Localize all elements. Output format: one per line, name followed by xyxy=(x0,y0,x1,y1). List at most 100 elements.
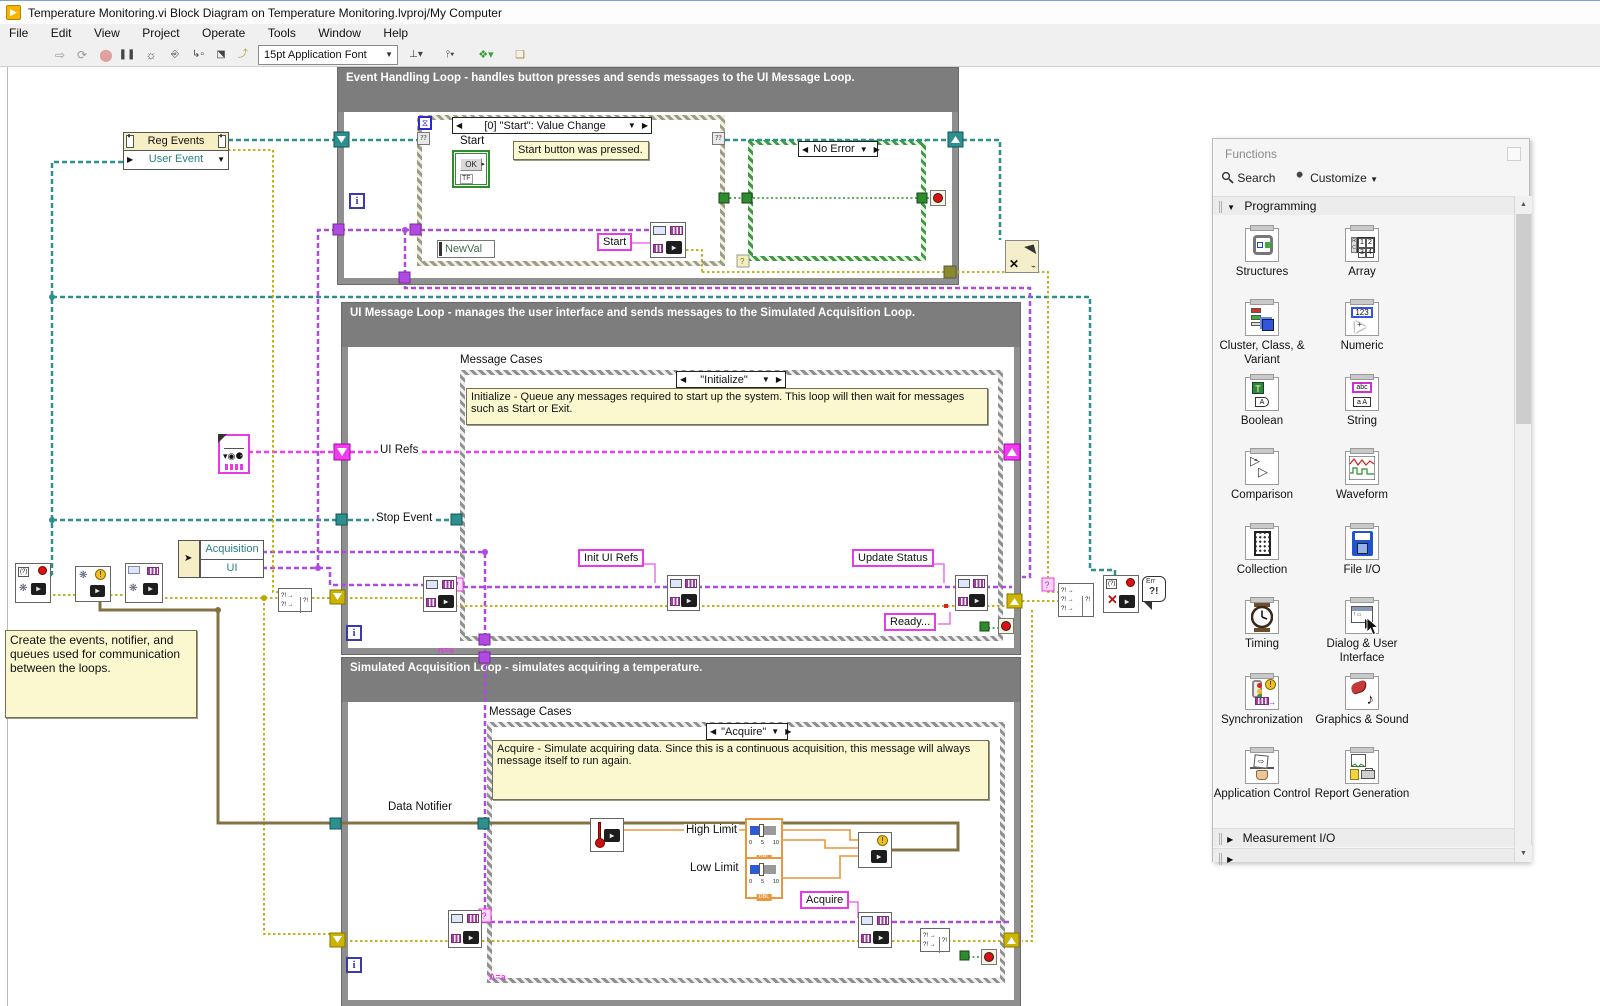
unregister-for-events-node[interactable]: ◥ ✕ ⌁ xyxy=(1005,240,1039,273)
selector-dropdown-icon[interactable]: ▼ xyxy=(625,121,639,130)
palette-scrollbar[interactable]: ▲ ▼ xyxy=(1514,196,1531,862)
init-ui-refs-constant[interactable]: Init UI Refs xyxy=(578,549,644,567)
distribute-objects-icon[interactable]: ⫯▾ xyxy=(440,45,460,65)
palette-item-synchronization[interactable]: !→ Synchronization xyxy=(1212,676,1312,727)
update-status-constant[interactable]: Update Status xyxy=(852,549,934,567)
chevron-down-icon[interactable]: ▼ xyxy=(217,151,225,168)
step-over-icon[interactable]: ⬔ xyxy=(211,45,231,65)
selector-dropdown-icon[interactable]: ▼ xyxy=(759,375,773,384)
palette-item-application-control[interactable]: ⇨ Application Control xyxy=(1212,750,1312,801)
menu-tools[interactable]: Tools xyxy=(259,24,305,42)
register-for-events-node[interactable]: ▘ Reg Events ▘ ▶ User Event ▼ xyxy=(123,132,229,170)
no-error-selector[interactable]: ◀ No Error ▼ ▶ xyxy=(798,141,878,157)
scroll-thumb[interactable] xyxy=(1516,214,1531,424)
acq-loop-stop-terminal[interactable] xyxy=(981,949,997,965)
section-next-partial[interactable]: ║▶ xyxy=(1213,848,1514,862)
create-queue-node[interactable]: ❋ xyxy=(125,563,163,603)
resize-objects-icon[interactable]: ❖▾ xyxy=(476,45,496,65)
low-limit-slider-constant[interactable]: 0510 DBL xyxy=(745,857,783,899)
selector-prev-icon[interactable]: ◀ xyxy=(453,121,465,130)
acquire-string-constant[interactable]: Acquire xyxy=(800,891,849,909)
selector-next-icon[interactable]: ▶ xyxy=(782,727,794,736)
simple-error-handler-node[interactable]: Err ?! xyxy=(1142,576,1168,612)
palette-item-collection[interactable]: Collection xyxy=(1212,526,1312,577)
start-button-terminal[interactable]: OK ▸ TF xyxy=(452,150,490,188)
retain-wire-values-icon[interactable]: ⎆ xyxy=(165,45,185,65)
selector-dropdown-icon[interactable]: ▼ xyxy=(857,145,871,154)
palette-customize-button[interactable]: Customize xyxy=(1310,171,1367,185)
create-notifier-node[interactable]: ❋ ! xyxy=(75,566,111,602)
run-button-icon[interactable]: ⇨ xyxy=(50,45,70,65)
dequeue-message-node-ui-loop[interactable] xyxy=(423,576,457,612)
menu-operate[interactable]: Operate xyxy=(193,24,254,42)
palette-pin-button[interactable] xyxy=(1507,147,1521,161)
abort-button-icon[interactable]: ⬤ xyxy=(96,45,116,65)
unbundle-queues-node[interactable]: ➤ xyxy=(178,540,200,578)
palette-item-structures[interactable]: Structures xyxy=(1212,228,1312,279)
menu-edit[interactable]: Edit xyxy=(42,24,81,42)
enqueue-message-node-event-loop[interactable] xyxy=(650,222,686,258)
scroll-down-icon[interactable]: ▼ xyxy=(1515,845,1532,862)
newval-event-data-node[interactable]: NewVal xyxy=(437,240,495,258)
section-measurement-io[interactable]: ║▶ Measurement I/O xyxy=(1213,828,1514,847)
create-events-comment[interactable]: Create the events, notifier, and queues … xyxy=(5,630,197,718)
ui-case-selector[interactable]: ◀ "Initialize" ▼ ▶ xyxy=(676,371,786,388)
selector-next-icon[interactable]: ▶ xyxy=(871,145,883,154)
palette-item-file-io[interactable]: File I/O xyxy=(1312,526,1412,577)
palette-item-boolean[interactable]: TA Boolean xyxy=(1212,377,1312,428)
palette-item-array[interactable]: R C1234 Array xyxy=(1312,228,1412,279)
start-string-constant[interactable]: Start xyxy=(597,233,632,251)
acq-case-selector[interactable]: ◀ "Acquire" ▼ ▶ xyxy=(706,723,788,740)
palette-search-button[interactable]: Search xyxy=(1237,171,1275,185)
selector-prev-icon[interactable]: ◀ xyxy=(707,727,719,736)
ready-constant[interactable]: Ready... xyxy=(884,613,936,631)
vi-server-reference-node[interactable]: ▾◉⚈ xyxy=(218,434,250,474)
palette-item-string[interactable]: abca A String xyxy=(1312,377,1412,428)
pause-button-icon[interactable]: ❚❚ xyxy=(117,45,137,65)
step-into-icon[interactable]: ↳▫ xyxy=(188,45,208,65)
check-limits-send-notification-node[interactable]: ! xyxy=(858,832,892,868)
merge-errors-node-left[interactable]: ?! → ?! → ?! xyxy=(278,588,312,612)
selector-next-icon[interactable]: ▶ xyxy=(639,121,651,130)
palette-item-timing[interactable]: Timing xyxy=(1212,600,1312,651)
merge-errors-node-right[interactable]: ?! → ?! → ?! → ?! xyxy=(1058,583,1094,617)
palette-item-dialog-ui[interactable]: ! ▭ Dialog & User Interface xyxy=(1312,600,1412,666)
palette-item-numeric[interactable]: 123+ Numeric xyxy=(1312,302,1412,353)
enqueue-message-node-ui-1[interactable] xyxy=(667,575,700,611)
palette-item-waveform[interactable]: Waveform xyxy=(1312,451,1412,502)
merge-errors-node-acq[interactable]: ?! → ?! → ?! xyxy=(920,928,950,952)
event-case-selector[interactable]: ◀ [0] "Start": Value Change ▼ ▶ xyxy=(452,117,652,134)
destroy-user-event-node[interactable]: (?) ✕ xyxy=(1103,575,1139,613)
acquire-comment[interactable]: Acquire - Simulate acquiring data. Since… xyxy=(492,740,989,800)
create-user-event-node[interactable]: (?) ❋ xyxy=(15,563,51,603)
font-selector[interactable]: 15pt Application Font ▼ xyxy=(258,45,398,65)
start-pressed-comment[interactable]: Start button was pressed. xyxy=(513,141,649,160)
align-objects-icon[interactable]: ⊥▾ xyxy=(406,45,426,65)
reorder-objects-icon[interactable]: ❑ xyxy=(510,45,530,65)
menu-window[interactable]: Window xyxy=(309,24,370,42)
enqueue-message-node-ui-2[interactable] xyxy=(955,575,988,611)
queue-cluster-rows[interactable]: Acquisition UI xyxy=(200,540,264,578)
run-continuous-icon[interactable]: ⟳ xyxy=(72,45,92,65)
event-loop-stop-terminal[interactable] xyxy=(930,190,946,206)
menu-file[interactable]: File xyxy=(0,24,37,42)
high-limit-slider-constant[interactable]: 0510 DBL xyxy=(745,818,783,860)
palette-item-graphics-sound[interactable]: ♪ Graphics & Sound xyxy=(1312,676,1412,727)
menu-project[interactable]: Project xyxy=(133,24,188,42)
scroll-up-icon[interactable]: ▲ xyxy=(1515,196,1532,213)
ui-loop-stop-terminal[interactable] xyxy=(998,618,1014,634)
palette-item-cluster[interactable]: Cluster, Class, & Variant xyxy=(1212,302,1312,368)
highlight-execution-icon[interactable]: ☼ xyxy=(141,45,161,65)
menu-help[interactable]: Help xyxy=(374,24,417,42)
selector-prev-icon[interactable]: ◀ xyxy=(799,145,811,154)
selector-prev-icon[interactable]: ◀ xyxy=(677,375,689,384)
initialize-comment[interactable]: Initialize - Queue any messages required… xyxy=(466,388,988,425)
palette-item-comparison[interactable]: ▷▷= Comparison xyxy=(1212,451,1312,502)
menu-view[interactable]: View xyxy=(85,24,129,42)
read-temperature-subvi[interactable] xyxy=(590,818,624,852)
step-out-icon[interactable]: ⤴ xyxy=(233,45,253,65)
selector-dropdown-icon[interactable]: ▼ xyxy=(768,727,782,736)
selector-next-icon[interactable]: ▶ xyxy=(773,375,785,384)
palette-item-report-generation[interactable]: → Report Generation xyxy=(1312,750,1412,801)
enqueue-message-node-acq[interactable] xyxy=(858,912,892,948)
